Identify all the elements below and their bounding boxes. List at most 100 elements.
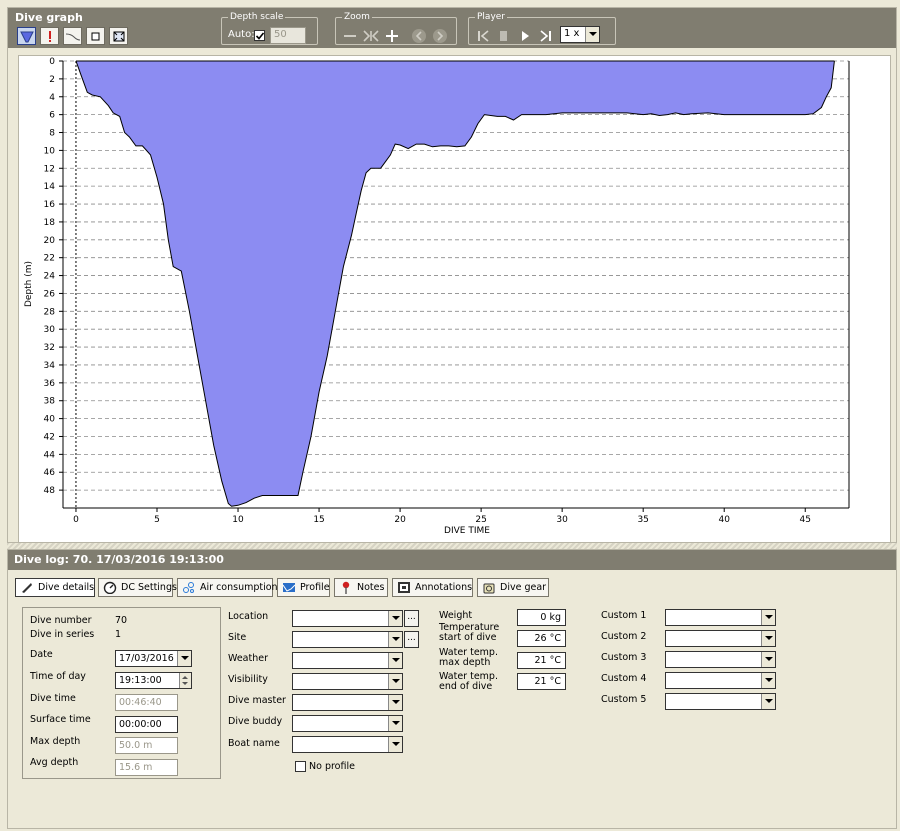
dive-log-header: Dive log: 70. 17/03/2016 19:13:00 bbox=[8, 550, 896, 570]
y-tick-label: 40 bbox=[44, 415, 56, 425]
x-tick-label: 20 bbox=[394, 515, 406, 525]
boat-name-select[interactable] bbox=[292, 736, 403, 753]
scroll-left-icon[interactable] bbox=[411, 28, 427, 44]
time-of-day-input[interactable]: 19:13:00 bbox=[115, 672, 192, 689]
weather-select[interactable] bbox=[292, 652, 403, 669]
chevron-down-icon[interactable] bbox=[761, 673, 775, 688]
temp-max-depth-field[interactable]: 21 °C bbox=[517, 652, 566, 669]
dive-buddy-label: Dive buddy bbox=[228, 716, 283, 727]
chevron-down-icon[interactable] bbox=[761, 652, 775, 667]
curve-tool-button[interactable] bbox=[63, 27, 82, 45]
location-select[interactable] bbox=[292, 610, 403, 627]
y-tick-label: 24 bbox=[44, 272, 56, 282]
y-tick-label: 48 bbox=[44, 486, 56, 496]
custom-1-label: Custom 1 bbox=[601, 610, 647, 621]
tab-notes[interactable]: Notes bbox=[334, 578, 388, 597]
spinner-icon[interactable] bbox=[179, 673, 191, 688]
chevron-down-icon[interactable] bbox=[761, 610, 775, 625]
play-icon[interactable] bbox=[518, 29, 532, 43]
tab-dc-settings[interactable]: DC Settings bbox=[98, 578, 177, 597]
y-tick-label: 28 bbox=[44, 307, 56, 317]
custom-5-select[interactable] bbox=[665, 693, 776, 710]
tab-profile[interactable]: Profile bbox=[277, 578, 330, 597]
full-view-tool-button[interactable] bbox=[109, 27, 128, 45]
custom-4-label: Custom 4 bbox=[601, 673, 647, 684]
chevron-down-icon[interactable] bbox=[388, 716, 402, 731]
tab-annotations-label: Annotations bbox=[415, 582, 473, 593]
dive-buddy-select[interactable] bbox=[292, 715, 403, 732]
tab-dive-details[interactable]: Dive details bbox=[15, 578, 95, 597]
expand-icon bbox=[113, 31, 125, 42]
playback-speed-value: 1 x bbox=[564, 28, 580, 39]
skip-forward-icon[interactable] bbox=[538, 29, 554, 43]
custom-1-select[interactable] bbox=[665, 609, 776, 626]
custom-2-select[interactable] bbox=[665, 630, 776, 647]
dive-details-group: Dive number 70 Dive in series 1 Date 17/… bbox=[22, 607, 221, 779]
chevron-down-icon[interactable] bbox=[761, 694, 775, 709]
tab-air-consumption[interactable]: Air consumption bbox=[177, 578, 278, 597]
no-profile-checkbox[interactable] bbox=[295, 761, 306, 772]
depth-scale-input[interactable]: 50 bbox=[270, 27, 306, 44]
chevron-down-icon[interactable] bbox=[761, 631, 775, 646]
skip-back-icon[interactable] bbox=[475, 29, 491, 43]
custom-4-select[interactable] bbox=[665, 672, 776, 689]
chevron-down-icon[interactable] bbox=[388, 674, 402, 689]
depth-scale-auto-checkbox[interactable] bbox=[254, 30, 265, 41]
dive-in-series-label: Dive in series bbox=[30, 629, 95, 640]
visibility-select[interactable] bbox=[292, 673, 403, 690]
temp-start-field[interactable]: 26 °C bbox=[517, 630, 566, 647]
scroll-right-icon[interactable] bbox=[432, 28, 448, 44]
date-label: Date bbox=[30, 649, 53, 660]
temp-max-depth-label: Water temp. max depth bbox=[439, 648, 498, 668]
custom-3-label: Custom 3 bbox=[601, 652, 647, 663]
dive-time-field: 00:46:40 bbox=[115, 694, 178, 711]
x-tick-label: 30 bbox=[556, 515, 568, 525]
chevron-down-icon[interactable] bbox=[388, 737, 402, 752]
depth-chart-area: 0 2 4 6 8 10 12 14 16 18 20 22 24 26 28 30 32 34 36 38 40 42 4… bbox=[18, 55, 891, 543]
depth-scale-label: Depth scale bbox=[230, 12, 284, 22]
chevron-down-icon[interactable] bbox=[388, 653, 402, 668]
max-depth-field: 50.0 m bbox=[115, 737, 178, 754]
zoom-fit-icon[interactable] bbox=[362, 29, 380, 43]
temp-max-depth-label-line2: max depth bbox=[439, 657, 491, 668]
chevron-down-icon[interactable] bbox=[388, 611, 402, 626]
stop-icon[interactable] bbox=[497, 29, 511, 43]
temp-start-label: Temperature start of dive bbox=[439, 623, 499, 643]
y-tick-label: 6 bbox=[49, 111, 55, 121]
bubbles-icon bbox=[183, 582, 194, 593]
film-icon bbox=[398, 582, 410, 593]
single-view-tool-button[interactable] bbox=[86, 27, 105, 45]
playback-speed-select[interactable]: 1 x bbox=[560, 26, 600, 43]
site-browse-button[interactable]: ... bbox=[404, 631, 419, 648]
dive-master-select[interactable] bbox=[292, 694, 403, 711]
y-tick-label: 10 bbox=[44, 146, 56, 156]
temp-end-label: Water temp. end of dive bbox=[439, 672, 498, 692]
depth-scale-auto-label: Auto: bbox=[228, 29, 255, 40]
site-select[interactable] bbox=[292, 631, 403, 648]
chevron-down-icon[interactable] bbox=[177, 651, 191, 666]
tab-dive-gear[interactable]: Dive gear bbox=[477, 578, 549, 597]
temp-end-field[interactable]: 21 °C bbox=[517, 673, 566, 690]
y-tick-label: 34 bbox=[44, 361, 56, 371]
weight-field[interactable]: 0 kg bbox=[517, 609, 566, 626]
location-browse-button[interactable]: ... bbox=[404, 610, 419, 627]
tab-air-consumption-label: Air consumption bbox=[200, 582, 278, 593]
time-of-day-value: 19:13:00 bbox=[119, 675, 162, 686]
profile-tool-button[interactable] bbox=[17, 27, 36, 45]
avg-depth-label: Avg depth bbox=[30, 757, 79, 768]
custom-2-label: Custom 2 bbox=[601, 631, 647, 642]
chevron-down-icon[interactable] bbox=[388, 695, 402, 710]
chevron-down-icon[interactable] bbox=[388, 632, 402, 647]
date-picker[interactable]: 17/03/2016 bbox=[115, 650, 192, 667]
depth-chart[interactable]: 0246810121416182022242628303234363840424… bbox=[19, 56, 890, 542]
y-tick-label: 2 bbox=[49, 75, 55, 85]
dive-graph-toolbar: Dive graph Depth scale Auto: 50 Zoom Pla… bbox=[8, 8, 896, 48]
surface-time-field[interactable]: 00:00:00 bbox=[115, 716, 178, 733]
zoom-in-icon[interactable] bbox=[384, 29, 400, 43]
marker-tool-button[interactable] bbox=[40, 27, 59, 45]
tab-annotations[interactable]: Annotations bbox=[392, 578, 473, 597]
zoom-out-icon[interactable] bbox=[342, 29, 358, 43]
y-tick-label: 46 bbox=[44, 468, 56, 478]
tab-profile-label: Profile bbox=[300, 582, 330, 593]
custom-3-select[interactable] bbox=[665, 651, 776, 668]
